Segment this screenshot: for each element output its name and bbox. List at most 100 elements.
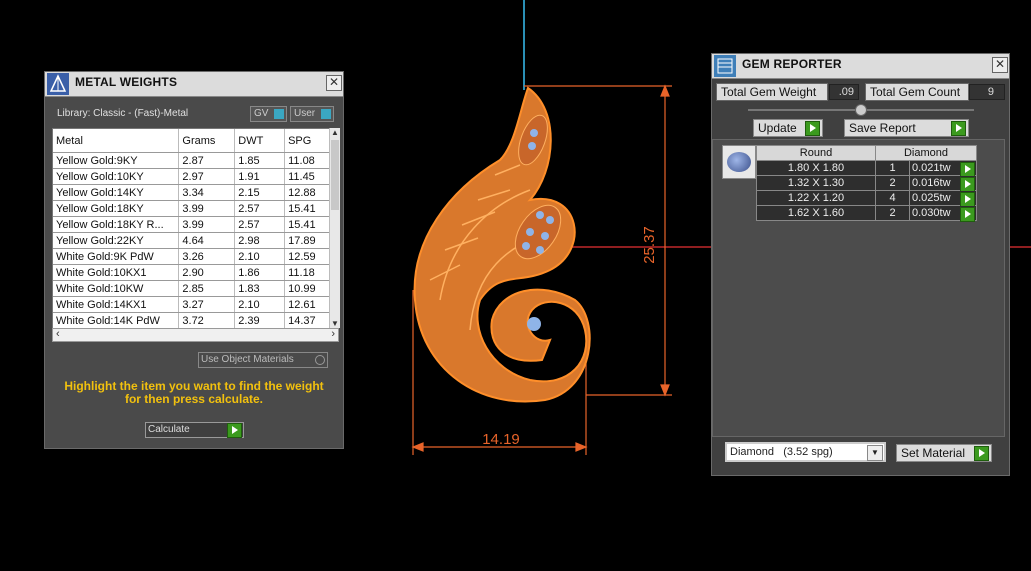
table-cell: 2.85	[178, 280, 236, 297]
column-header-dwt[interactable]: DWT	[234, 129, 286, 153]
material-select[interactable]: Diamond (3.52 spg) ▼	[725, 442, 886, 462]
table-cell: 1.85	[234, 152, 286, 169]
table-row[interactable]: White Gold:10KX1 2.90 1.86 11.18	[53, 264, 337, 281]
table-cell: 2.57	[234, 200, 286, 217]
gem-count-cell: 2	[875, 205, 910, 221]
gem-count-cell: 4	[875, 190, 910, 206]
gem-size-cell: 1.32 X 1.30	[756, 175, 876, 191]
gem-weight-cell: 0.021tw	[909, 160, 977, 177]
table-cell: White Gold:10KX1	[53, 264, 180, 281]
table-cell: 1.86	[234, 264, 286, 281]
metal-table[interactable]: Metal Grams DWT SPG Yellow Gold:9KY 2.87 1…	[52, 128, 338, 330]
play-arrow-icon[interactable]	[960, 207, 975, 222]
gv-toggle[interactable]: GV	[250, 106, 287, 122]
gem-size-cell: 1.80 X 1.80	[756, 160, 876, 176]
gem-row[interactable]: 1.22 X 1.20 4 0.025tw	[756, 190, 977, 207]
table-row[interactable]: Yellow Gold:22KY 4.64 2.98 17.89	[53, 232, 337, 249]
table-row[interactable]: White Gold:9K PdW 3.26 2.10 12.59	[53, 248, 337, 265]
metal-table-horizontal-scrollbar[interactable]: ‹ ›	[52, 328, 339, 342]
gem-size: 1.80 X 1.80	[787, 162, 845, 174]
table-cell: 3.72	[178, 312, 236, 329]
table-cell: 4.64	[178, 232, 236, 249]
total-gem-count-label: Total Gem Count	[865, 83, 969, 101]
table-cell: Yellow Gold:9KY	[53, 152, 180, 169]
column-header-metal[interactable]: Metal	[53, 129, 180, 153]
use-object-materials-label: Use Object Materials	[201, 354, 294, 365]
gem-table[interactable]: Round Diamond 1.80 X 1.80 1 0.021tw 1.32 X …	[756, 145, 977, 222]
table-cell: Yellow Gold:22KY	[53, 232, 180, 249]
table-cell: White Gold:9K PdW	[53, 248, 180, 265]
width-dimension-label: 14.19	[482, 431, 520, 448]
table-row[interactable]: White Gold:10KW 2.85 1.83 10.99	[53, 280, 337, 297]
table-cell: 3.26	[178, 248, 236, 265]
table-cell: 2.39	[234, 312, 286, 329]
metal-weights-title: METAL WEIGHTS	[75, 75, 178, 89]
gem-count: 4	[889, 192, 896, 204]
table-cell: Yellow Gold:18KY R...	[53, 216, 180, 233]
table-cell: 2.15	[234, 184, 286, 201]
table-row[interactable]: Yellow Gold:9KY 2.87 1.85 11.08	[53, 152, 337, 169]
table-row[interactable]: White Gold:14KX1 3.27 2.10 12.61	[53, 296, 337, 313]
gem-size-cell: 1.62 X 1.60	[756, 205, 876, 221]
close-icon[interactable]: ✕	[992, 57, 1008, 73]
gem-weight: 0.016tw	[912, 177, 951, 189]
total-gem-weight-label: Total Gem Weight	[716, 83, 828, 101]
table-cell: 2.90	[178, 264, 236, 281]
gem-row[interactable]: 1.62 X 1.60 2 0.030tw	[756, 205, 977, 222]
calculate-button[interactable]: Calculate	[145, 422, 244, 438]
gv-toggle-indicator-icon	[274, 109, 284, 119]
scroll-right-icon[interactable]: ›	[331, 328, 335, 340]
table-row[interactable]: Yellow Gold:18KY 3.99 2.57 15.41	[53, 200, 337, 217]
table-cell: 3.34	[178, 184, 236, 201]
gem-weight: 0.021tw	[912, 162, 951, 174]
user-toggle-indicator-icon	[321, 109, 331, 119]
table-row[interactable]: Yellow Gold:18KY R... 3.99 2.57 15.41	[53, 216, 337, 233]
gem-reporter-title: GEM REPORTER	[742, 57, 842, 71]
update-button[interactable]: Update	[753, 119, 823, 137]
set-material-button[interactable]: Set Material	[896, 444, 992, 462]
table-cell: White Gold:10KW	[53, 280, 180, 297]
user-toggle[interactable]: User	[290, 106, 334, 122]
gem-table-header: Round Diamond	[756, 145, 977, 161]
gem-row[interactable]: 1.80 X 1.80 1 0.021tw	[756, 160, 977, 177]
total-gem-weight-value: .09	[829, 84, 859, 100]
gem-count: 2	[889, 207, 896, 219]
column-header-round: Round	[756, 145, 876, 161]
splitter-handle-icon[interactable]	[855, 104, 867, 116]
table-cell: 2.10	[234, 296, 286, 313]
table-cell: White Gold:14K PdW	[53, 312, 180, 329]
table-cell: 3.27	[178, 296, 236, 313]
calculate-label: Calculate	[148, 424, 190, 435]
gem-size: 1.22 X 1.20	[787, 192, 845, 204]
metal-table-header: Metal Grams DWT SPG	[53, 129, 337, 153]
gem-count-cell: 2	[875, 175, 910, 191]
chevron-down-icon[interactable]: ▼	[867, 445, 883, 461]
library-label: Library: Classic - (Fast)-Metal	[57, 108, 189, 119]
table-row[interactable]: White Gold:14K PdW 3.72 2.39 14.37	[53, 312, 337, 329]
use-object-materials-toggle[interactable]: Use Object Materials	[198, 352, 328, 368]
update-label: Update	[758, 121, 797, 135]
gem-reporter-app-icon	[714, 55, 736, 77]
scroll-up-icon[interactable]: ▲	[331, 128, 339, 137]
play-arrow-icon	[805, 121, 820, 136]
scroll-down-icon[interactable]: ▼	[331, 319, 339, 328]
round-gem-thumbnail[interactable]	[722, 145, 756, 179]
metal-table-vertical-scrollbar[interactable]: ▲ ▼	[329, 128, 340, 328]
metal-weights-app-icon	[47, 73, 69, 95]
gem-weight: 0.030tw	[912, 207, 951, 219]
table-cell: 2.97	[178, 168, 236, 185]
close-icon[interactable]: ✕	[326, 75, 342, 91]
table-row[interactable]: Yellow Gold:14KY 3.34 2.15 12.88	[53, 184, 337, 201]
save-report-button[interactable]: Save Report	[844, 119, 969, 137]
instructions-text: Highlight the item you want to find the …	[64, 379, 324, 406]
table-cell: Yellow Gold:14KY	[53, 184, 180, 201]
scroll-left-icon[interactable]: ‹	[56, 328, 60, 340]
table-row[interactable]: Yellow Gold:10KY 2.97 1.91 11.45	[53, 168, 337, 185]
pendant-model	[413, 86, 591, 403]
radio-icon	[315, 355, 325, 365]
set-material-label: Set Material	[901, 446, 966, 460]
metal-weights-titlebar: METAL WEIGHTS ✕	[45, 72, 343, 97]
gem-row[interactable]: 1.32 X 1.30 2 0.016tw	[756, 175, 977, 192]
column-header-grams[interactable]: Grams	[178, 129, 236, 153]
vertical-scroll-thumb[interactable]	[331, 140, 339, 210]
